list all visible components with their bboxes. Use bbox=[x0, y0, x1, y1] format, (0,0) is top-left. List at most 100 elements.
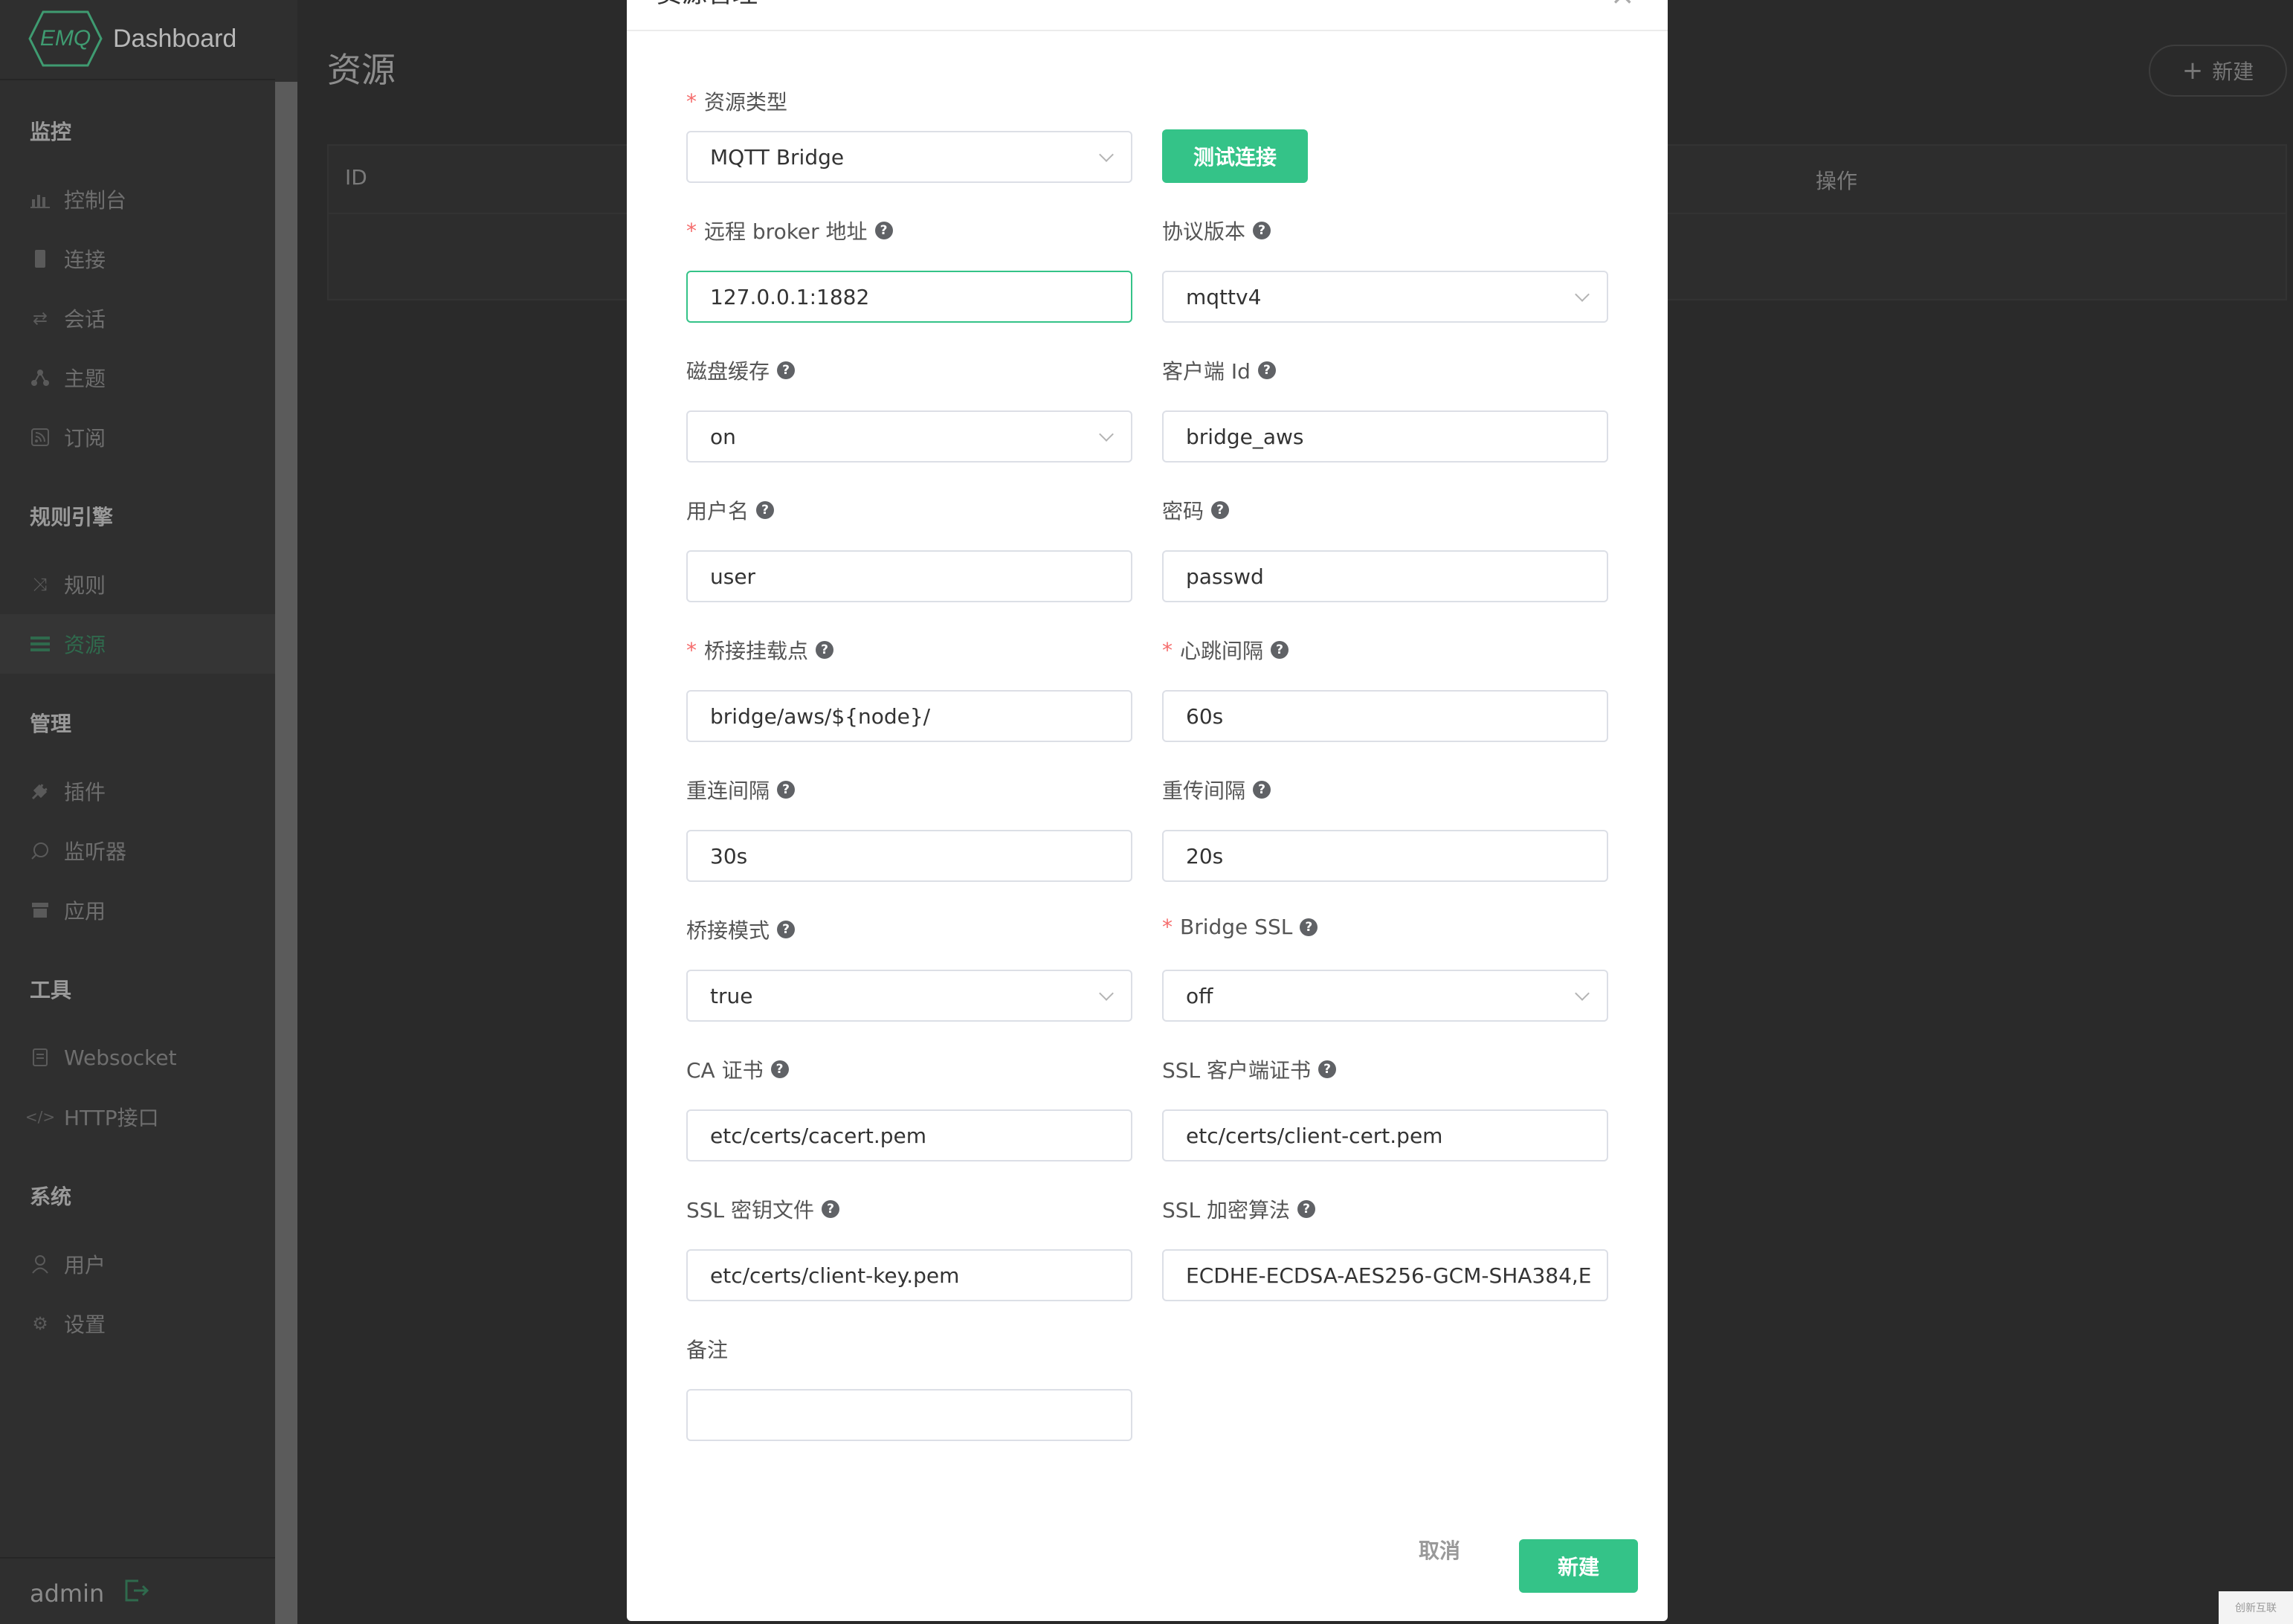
cancel-button[interactable]: 取消 bbox=[1419, 1535, 1460, 1565]
sidebar-item-plugins[interactable]: 插件 bbox=[0, 761, 275, 821]
sidebar-item-http-api[interactable]: </> HTTP接口 bbox=[0, 1087, 275, 1147]
protocol-version-select[interactable]: mqttv4 bbox=[1162, 271, 1608, 323]
sidebar-scrollbar[interactable] bbox=[275, 82, 297, 1624]
help-icon[interactable]: ? bbox=[756, 501, 775, 519]
listener-icon bbox=[30, 840, 51, 861]
required-mark: * bbox=[686, 218, 697, 243]
sidebar-item-label: 规则 bbox=[64, 573, 106, 598]
help-icon[interactable]: ? bbox=[1318, 1060, 1337, 1078]
reconnect-interval-input[interactable]: 30s bbox=[686, 830, 1132, 882]
reconnect-interval-label: 重连间隔 ? bbox=[686, 775, 796, 805]
topic-icon bbox=[30, 367, 51, 388]
column-header-actions: 操作 bbox=[1816, 169, 1858, 193]
username-input[interactable]: user bbox=[686, 550, 1132, 602]
client-id-label: 客户端 Id ? bbox=[1162, 355, 1276, 385]
create-button[interactable]: 新建 bbox=[1519, 1539, 1638, 1593]
help-icon[interactable]: ? bbox=[1300, 918, 1318, 936]
sidebar-item-connections[interactable]: 连接 bbox=[0, 229, 275, 289]
page-title: 资源 bbox=[327, 50, 396, 90]
mountpoint-label: * 桥接挂载点 ? bbox=[686, 635, 834, 665]
remark-label: 备注 bbox=[686, 1338, 729, 1362]
websocket-icon bbox=[30, 1047, 51, 1068]
keepalive-input[interactable]: 60s bbox=[1162, 690, 1608, 742]
required-mark: * bbox=[1162, 637, 1173, 663]
sidebar-item-label: 插件 bbox=[64, 780, 106, 805]
disk-cache-select[interactable]: on bbox=[686, 410, 1132, 463]
required-mark: * bbox=[1162, 915, 1173, 939]
sidebar-item-websocket[interactable]: Websocket bbox=[0, 1028, 275, 1087]
help-icon[interactable]: ? bbox=[816, 641, 834, 659]
sidebar-item-topics[interactable]: 主题 bbox=[0, 348, 275, 407]
key-file-label: SSL 密钥文件 ? bbox=[686, 1194, 840, 1224]
sidebar-item-users[interactable]: 用户 bbox=[0, 1234, 275, 1294]
resource-type-select[interactable]: MQTT Bridge bbox=[686, 131, 1132, 183]
close-icon[interactable]: × bbox=[1610, 0, 1635, 12]
client-cert-input[interactable]: etc/certs/client-cert.pem bbox=[1162, 1109, 1608, 1161]
dialog-title: 资源管理 bbox=[657, 0, 758, 10]
logo[interactable]: EMQ Dashboard bbox=[28, 10, 236, 67]
sidebar-item-dashboard[interactable]: 控制台 bbox=[0, 170, 275, 229]
sidebar-item-label: 监听器 bbox=[64, 840, 127, 864]
sidebar-item-settings[interactable]: ⚙ 设置 bbox=[0, 1294, 275, 1353]
client-id-input[interactable]: bridge_aws bbox=[1162, 410, 1608, 463]
password-label: 密码 ? bbox=[1162, 495, 1230, 525]
sidebar-item-subscriptions[interactable]: 订阅 bbox=[0, 407, 275, 467]
broker-input[interactable]: 127.0.0.1:1882 bbox=[686, 271, 1132, 323]
sidebar-item-sessions[interactable]: ⇄ 会话 bbox=[0, 289, 275, 348]
ca-cert-input[interactable]: etc/certs/cacert.pem bbox=[686, 1109, 1132, 1161]
group-monitor: 监控 bbox=[30, 120, 72, 144]
help-icon[interactable]: ? bbox=[770, 1060, 789, 1078]
key-file-input[interactable]: etc/certs/client-key.pem bbox=[686, 1249, 1132, 1301]
help-icon[interactable]: ? bbox=[1271, 641, 1289, 659]
help-icon[interactable]: ? bbox=[1211, 501, 1230, 519]
help-icon[interactable]: ? bbox=[777, 781, 796, 799]
sidebar-item-rules[interactable]: ⤨ 规则 bbox=[0, 555, 275, 614]
help-icon[interactable]: ? bbox=[874, 222, 893, 239]
swap-icon: ⇄ bbox=[32, 308, 48, 329]
help-icon[interactable]: ? bbox=[822, 1200, 840, 1218]
gear-icon: ⚙ bbox=[32, 1313, 48, 1334]
help-icon[interactable]: ? bbox=[1297, 1200, 1316, 1218]
sidebar-item-resources[interactable]: 资源 bbox=[0, 614, 275, 674]
group-rule-engine: 规则引擎 bbox=[30, 505, 114, 529]
sidebar-item-applications[interactable]: 应用 bbox=[0, 880, 275, 940]
app-icon bbox=[30, 900, 51, 921]
group-management: 管理 bbox=[30, 712, 72, 736]
chevron-down-icon bbox=[1575, 287, 1590, 302]
sidebar-item-label: 会话 bbox=[64, 307, 106, 332]
help-icon[interactable]: ? bbox=[1253, 781, 1271, 799]
mountpoint-input[interactable]: bridge/aws/${node}/ bbox=[686, 690, 1132, 742]
divider bbox=[0, 79, 275, 80]
bridge-ssl-label: * Bridge SSL ? bbox=[1162, 915, 1318, 939]
help-icon[interactable]: ? bbox=[1257, 361, 1276, 379]
new-resource-button[interactable]: + 新建 bbox=[2149, 45, 2287, 97]
logout-icon[interactable] bbox=[123, 1578, 149, 1610]
divider bbox=[0, 1557, 275, 1559]
test-connection-button[interactable]: 测试连接 bbox=[1162, 129, 1308, 183]
resource-dialog: 资源管理 × * 资源类型 MQTT Bridge 测试连接 * 远程 brok… bbox=[627, 0, 1668, 1621]
bridge-ssl-select[interactable]: off bbox=[1162, 970, 1608, 1022]
retry-interval-input[interactable]: 20s bbox=[1162, 830, 1608, 882]
sidebar-item-label: Websocket bbox=[64, 1045, 177, 1070]
resource-type-label: * 资源类型 bbox=[686, 88, 788, 115]
sidebar-item-label: 连接 bbox=[64, 248, 106, 272]
remark-input[interactable] bbox=[686, 1389, 1132, 1441]
password-input[interactable]: passwd bbox=[1162, 550, 1608, 602]
ciphers-input[interactable]: ECDHE-ECDSA-AES256-GCM-SHA384,E bbox=[1162, 1249, 1608, 1301]
plug-icon bbox=[30, 781, 51, 802]
broker-label: * 远程 broker 地址 ? bbox=[686, 216, 893, 245]
sidebar-item-listeners[interactable]: 监听器 bbox=[0, 821, 275, 880]
help-icon[interactable]: ? bbox=[777, 921, 796, 938]
sidebar-item-label: HTTP接口 bbox=[64, 1106, 159, 1130]
divider bbox=[627, 30, 1668, 31]
app-title: Dashboard bbox=[113, 24, 237, 53]
user-icon bbox=[30, 1254, 51, 1275]
bridge-mode-select[interactable]: true bbox=[686, 970, 1132, 1022]
help-icon[interactable]: ? bbox=[777, 361, 796, 379]
chevron-down-icon bbox=[1099, 986, 1114, 1001]
help-icon[interactable]: ? bbox=[1253, 222, 1271, 239]
sidebar: EMQ Dashboard 监控 控制台 连接 ⇄ 会话 主题 订阅 规则引擎 … bbox=[0, 0, 275, 1624]
group-tools: 工具 bbox=[30, 978, 72, 1002]
username: admin bbox=[30, 1579, 105, 1608]
keepalive-label: * 心跳间隔 ? bbox=[1162, 635, 1289, 665]
